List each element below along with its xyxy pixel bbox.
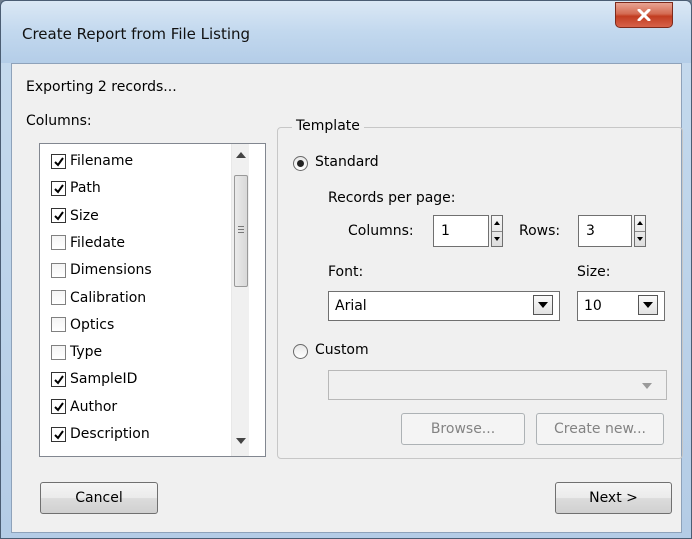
checkbox-checked[interactable]: [51, 153, 66, 169]
list-scrollbar[interactable]: [231, 144, 249, 456]
chevron-down-icon: [643, 302, 653, 308]
list-item-label: Calibration: [70, 289, 147, 306]
rows-input[interactable]: 3: [578, 215, 632, 247]
spin-up-icon[interactable]: [635, 216, 645, 231]
list-item-partial: [51, 456, 70, 457]
chevron-down-icon: [538, 302, 548, 308]
checkbox-unchecked[interactable]: [51, 262, 66, 278]
checkbox-checked[interactable]: [51, 180, 66, 196]
title-bar[interactable]: Create Report from File Listing: [1, 1, 691, 63]
custom-label[interactable]: Custom: [315, 342, 369, 358]
list-item[interactable]: Description: [51, 423, 150, 445]
checkbox-unchecked[interactable]: [51, 344, 66, 360]
list-item-label: Type: [70, 344, 103, 361]
dialog-body: Exporting 2 records... Columns: Filename…: [11, 63, 683, 533]
columns-per-page-label: Columns:: [348, 223, 414, 239]
list-item-label: Filedate: [70, 234, 125, 251]
radio-selected-dot: [297, 160, 304, 167]
list-item-label: Filename: [70, 153, 134, 169]
list-item[interactable]: Path: [51, 177, 101, 199]
list-item[interactable]: Filename: [51, 150, 133, 172]
font-select[interactable]: Arial: [328, 291, 560, 321]
spin-down-icon[interactable]: [635, 230, 645, 247]
chevron-down-icon: [642, 383, 652, 389]
scroll-thumb[interactable]: [234, 175, 248, 287]
checkbox-unchecked[interactable]: [51, 317, 66, 333]
next-label: Next >: [589, 490, 638, 506]
list-item-label: Dimensions: [70, 262, 152, 279]
cancel-label: Cancel: [75, 490, 123, 506]
size-value: 10: [584, 298, 602, 314]
spin-down-icon[interactable]: [492, 230, 502, 247]
window-title: Create Report from File Listing: [22, 25, 251, 43]
close-icon: [637, 9, 651, 21]
size-label: Size:: [577, 264, 611, 280]
checkmark-icon: [54, 429, 64, 440]
columns-per-page-value: 1: [441, 223, 450, 239]
columns-per-page-input[interactable]: 1: [433, 215, 489, 247]
columns-label: Columns:: [26, 113, 92, 129]
columns-list[interactable]: Filename Path Size Filedate Dimensions Calibr…: [39, 143, 266, 457]
checkbox-checked[interactable]: [51, 426, 66, 442]
checkmark-icon: [54, 156, 64, 167]
cancel-button[interactable]: Cancel: [40, 482, 158, 514]
size-dropdown-button[interactable]: [638, 295, 658, 315]
list-item[interactable]: Size: [51, 205, 99, 227]
template-group-title: Template: [292, 118, 364, 134]
checkmark-icon: [54, 402, 64, 412]
list-item[interactable]: Optics: [51, 314, 114, 336]
create-new-button[interactable]: Create new...: [536, 413, 664, 445]
list-item[interactable]: Dimensions: [51, 259, 152, 281]
checkbox-checked[interactable]: [51, 208, 66, 224]
font-dropdown-button[interactable]: [533, 295, 553, 315]
list-item[interactable]: Calibration: [51, 287, 146, 309]
list-item-label: Description: [70, 426, 150, 442]
custom-template-select[interactable]: [328, 370, 667, 400]
font-label: Font:: [328, 264, 364, 280]
checkbox-checked[interactable]: [51, 371, 66, 387]
list-item-label: Size: [70, 207, 99, 224]
columns-spinner[interactable]: [491, 215, 503, 247]
checkbox-checked[interactable]: [51, 399, 66, 415]
font-value: Arial: [335, 298, 367, 314]
scroll-down-icon[interactable]: [236, 438, 246, 444]
list-item-label: SampleID: [70, 371, 138, 388]
browse-button[interactable]: Browse...: [401, 413, 525, 445]
standard-radio[interactable]: [293, 156, 308, 171]
records-per-page-label: Records per page:: [328, 190, 456, 206]
dialog-window: Create Report from File Listing Exportin…: [0, 0, 692, 539]
list-item-label: Optics: [70, 316, 115, 333]
checkbox-unchecked[interactable]: [51, 235, 66, 251]
browse-label: Browse...: [430, 421, 496, 437]
checkmark-icon: [54, 211, 64, 221]
checkmark-icon: [54, 184, 64, 194]
list-item-label: Author: [70, 398, 118, 415]
spin-up-icon[interactable]: [492, 216, 502, 231]
custom-radio[interactable]: [293, 344, 308, 359]
scroll-up-icon[interactable]: [236, 152, 246, 158]
list-item[interactable]: Filedate: [51, 232, 125, 254]
status-text: Exporting 2 records...: [26, 79, 177, 95]
close-button[interactable]: [615, 2, 673, 28]
checkmark-icon: [54, 375, 64, 385]
size-select[interactable]: 10: [577, 291, 665, 321]
rows-value: 3: [586, 223, 595, 239]
rows-spinner[interactable]: [634, 215, 646, 247]
list-item[interactable]: SampleID: [51, 368, 137, 390]
list-item-label: Path: [70, 180, 101, 197]
list-item[interactable]: Author: [51, 396, 117, 418]
rows-label: Rows:: [519, 223, 561, 239]
standard-label[interactable]: Standard: [315, 154, 379, 170]
next-button[interactable]: Next >: [555, 482, 672, 514]
checkbox-unchecked[interactable]: [51, 290, 66, 305]
list-item[interactable]: Type: [51, 341, 102, 363]
create-new-label: Create new...: [554, 421, 646, 437]
